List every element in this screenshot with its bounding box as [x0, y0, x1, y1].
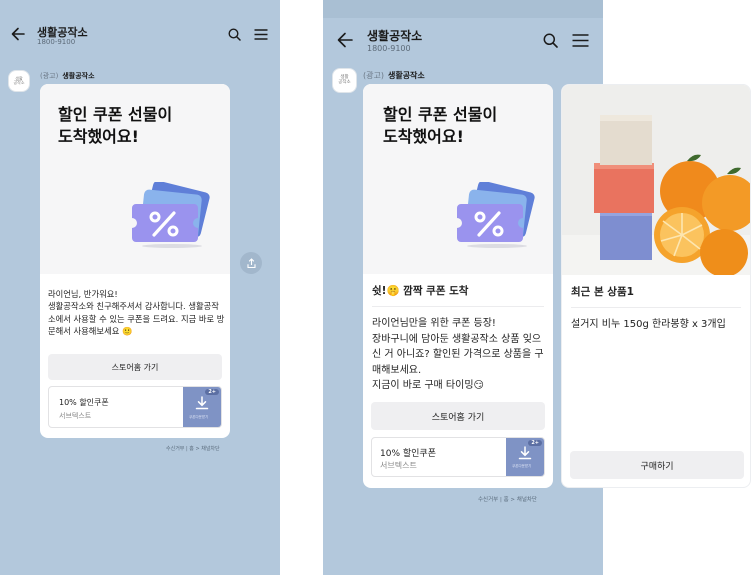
coupon-item: 10% 할인쿠폰 서브텍스트 2+ 쿠폰다운받기: [48, 386, 222, 428]
product-image[interactable]: [562, 85, 751, 275]
share-button[interactable]: [240, 252, 262, 274]
chat-screen-compact: 생활공작소 1800-9100 생활 공작소 (광고) 생활공작소 할인 쿠폰 선…: [0, 0, 280, 575]
sender-line: (광고) 생활공작소: [363, 70, 425, 81]
arrow-left-icon[interactable]: [337, 32, 353, 48]
card-headline: 쉿!🤫 깜짝 쿠폰 도착: [372, 285, 469, 297]
coupon-count-badge: 2+: [528, 440, 542, 446]
hamburger-menu-icon[interactable]: [572, 34, 589, 47]
coupon-subtext: 서브텍스트: [380, 461, 417, 470]
download-icon: [518, 446, 532, 460]
avatar[interactable]: 생활 공작소: [8, 70, 30, 92]
coupon-item: 10% 할인쿠폰 서브텍스트 2+ 쿠폰다운받기: [371, 437, 545, 477]
stage: 생활공작소 1800-9100 생활 공작소 (광고) 생활공작소 할인 쿠폰 선…: [0, 0, 751, 575]
card-hero: 할인 쿠폰 선물이 도착했어요!: [363, 84, 553, 274]
chat-header: 생활공작소 1800-9100: [0, 0, 280, 46]
chat-phone-number: 1800-9100: [367, 44, 411, 53]
chat-title: 생활공작소: [367, 29, 423, 43]
avatar[interactable]: 생활 공작소: [332, 68, 357, 93]
coupon-ticket-icon: [457, 182, 535, 248]
hero-title-line2: 도착했어요!: [383, 127, 464, 147]
card-divider: [372, 306, 544, 307]
product-message-card: 최근 본 상품1 설거지 비누 150g 한라봉향 x 3개입 구매하기: [561, 84, 751, 488]
sender-name: 생활공작소: [62, 72, 95, 80]
ad-label: (광고): [363, 71, 384, 80]
coupon-download-button[interactable]: 2+ 쿠폰다운받기: [183, 387, 221, 427]
coupon-ticket-icon: [132, 182, 210, 248]
coupon-download-label: 쿠폰다운받기: [512, 464, 532, 468]
product-description: 설거지 비누 150g 한라봉향 x 3개입: [571, 319, 726, 330]
hero-title: 할인 쿠폰 선물이 도착했어요!: [383, 104, 497, 148]
coupon-message-card: 할인 쿠폰 선물이 도착했어요! 라이언님, 반가워요! 생활공작소와 친구해주…: [40, 84, 230, 438]
ad-label: (광고): [40, 72, 59, 80]
footer-links[interactable]: 수신거부 | 홈 > 채널차단: [478, 495, 537, 503]
card-hero: 할인 쿠폰 선물이 도착했어요!: [40, 84, 230, 274]
coupon-message-card: 할인 쿠폰 선물이 도착했어요! 쉿!🤫 깜짝 쿠폰 도착 라이언님만을 위한 …: [363, 84, 553, 488]
coupon-name: 10% 할인쿠폰: [59, 398, 109, 407]
footer-links[interactable]: 수신거부 | 홈 > 채널차단: [166, 445, 220, 452]
download-icon: [195, 396, 209, 410]
coupon-name: 10% 할인쿠폰: [380, 449, 436, 459]
sender-line: (광고) 생활공작소: [40, 71, 95, 81]
coupon-download-label: 쿠폰다운받기: [189, 415, 209, 419]
chat-phone-number: 1800-9100: [37, 38, 76, 46]
sender-name: 생활공작소: [387, 71, 425, 80]
share-icon: [246, 257, 256, 268]
hero-title-line1: 할인 쿠폰 선물이: [58, 105, 173, 124]
coupon-count-badge: 2+: [205, 389, 219, 395]
search-icon[interactable]: [543, 33, 558, 48]
hamburger-menu-icon[interactable]: [254, 29, 268, 40]
search-icon[interactable]: [228, 28, 241, 41]
chat-header: 생활공작소 1800-9100: [323, 0, 603, 64]
buy-button[interactable]: 구매하기: [570, 451, 744, 479]
store-home-button[interactable]: 스토어홈 가기: [48, 354, 222, 380]
arrow-left-icon[interactable]: [11, 27, 25, 41]
hero-title-line1: 할인 쿠폰 선물이: [383, 105, 498, 124]
card-body-text: 라이언님, 반가워요! 생활공작소와 친구해주셔서 감사합니다. 생활공작소에서…: [48, 289, 225, 337]
coupon-download-button[interactable]: 2+ 쿠폰다운받기: [506, 438, 544, 476]
store-home-button[interactable]: 스토어홈 가기: [371, 402, 545, 430]
hero-title-line2: 도착했어요!: [58, 127, 139, 147]
hero-title: 할인 쿠폰 선물이 도착했어요!: [58, 104, 172, 148]
product-headline: 최근 본 상품1: [571, 286, 634, 298]
coupon-subtext: 서브텍스트: [59, 412, 92, 420]
card-body-text: 라이언님만을 위한 쿠폰 등장! 장바구니에 담아둔 생활공작소 상품 잊으신 …: [372, 318, 544, 391]
card-divider: [571, 307, 741, 308]
